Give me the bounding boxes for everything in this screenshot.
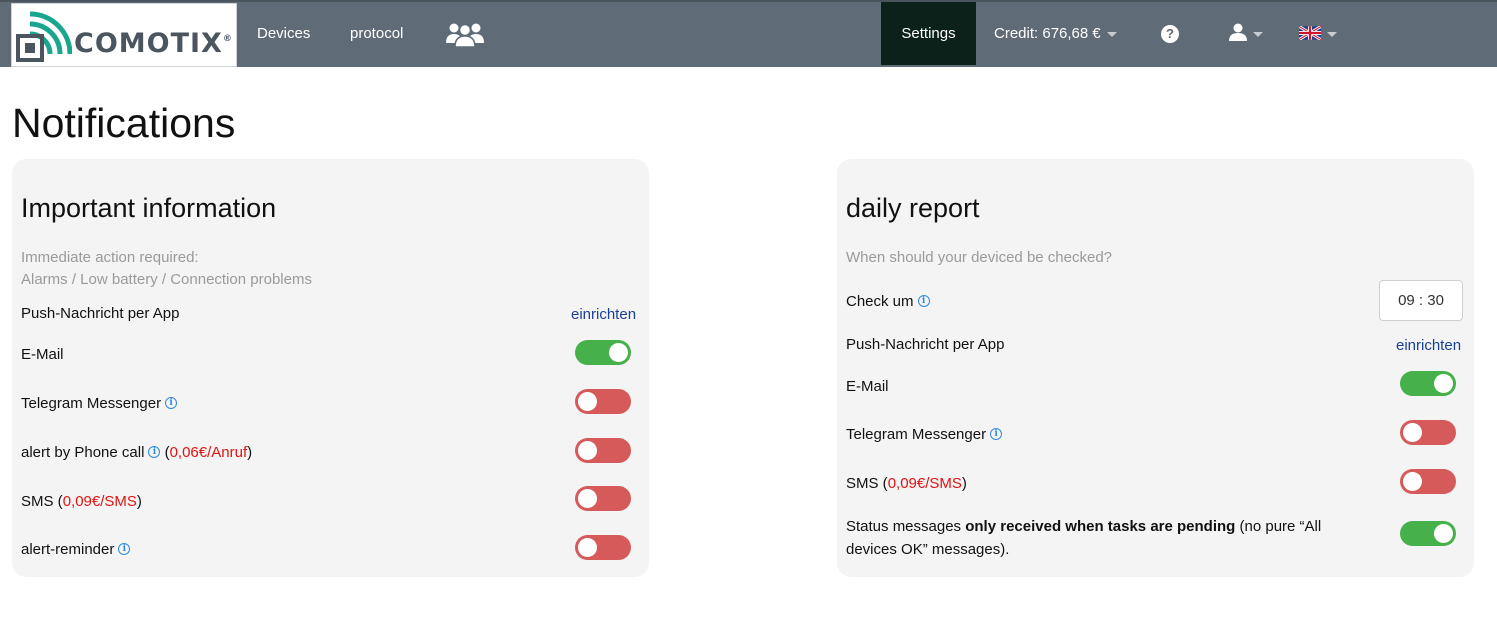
nav-credit-dropdown[interactable]: Credit: 676,68 €	[994, 2, 1117, 65]
important-information-panel: Important information Immediate action r…	[12, 159, 649, 577]
status-messages-label: Status messages only received when tasks…	[846, 515, 1366, 561]
important-desc-line-2: Alarms / Low battery / Connection proble…	[21, 271, 312, 288]
telegram-label: Telegram Messenger	[21, 395, 162, 412]
telegram-toggle[interactable]	[575, 389, 631, 414]
daily-sms-price: 0,09€/SMS	[887, 475, 962, 492]
chevron-down-icon	[1106, 31, 1117, 37]
check-time-label: Check um	[846, 293, 914, 310]
uk-flag-icon	[1298, 25, 1322, 41]
phone-call-toggle[interactable]	[575, 438, 631, 463]
phone-call-label: alert by Phone call	[21, 444, 145, 461]
toggle-knob	[1434, 524, 1453, 543]
daily-description: When should your deviced be checked?	[846, 249, 1113, 266]
toggle-knob	[578, 489, 597, 508]
help-icon[interactable]: ?	[1161, 25, 1179, 43]
alert-reminder-label: alert-reminder	[21, 541, 115, 558]
sms-price: 0,09€/SMS	[62, 493, 137, 510]
credit-label: Credit: 676,68 €	[994, 25, 1101, 42]
alert-reminder-toggle[interactable]	[575, 535, 631, 560]
nav-devices[interactable]: Devices	[257, 2, 310, 65]
chevron-down-icon	[1253, 31, 1263, 37]
important-description: Immediate action required: Alarms / Low …	[21, 247, 312, 291]
toggle-knob	[578, 392, 597, 411]
daily-telegram-label: Telegram Messenger	[846, 426, 987, 443]
daily-email-toggle[interactable]	[1400, 371, 1456, 396]
nav-user-dropdown[interactable]	[1229, 2, 1263, 65]
push-label: Push-Nachricht per App	[21, 305, 180, 322]
daily-telegram-toggle[interactable]	[1400, 420, 1456, 445]
toggle-knob	[609, 343, 628, 362]
email-toggle[interactable]	[575, 340, 631, 365]
daily-email-label: E-Mail	[846, 378, 889, 395]
daily-push-setup-link[interactable]: einrichten	[1396, 337, 1461, 354]
alert-reminder-row: alert-reminder i	[21, 540, 131, 560]
daily-sms-row: SMS (0,09€/SMS)	[846, 475, 967, 492]
users-icon	[446, 23, 484, 47]
phone-call-row: alert by Phone call i (0,06€/Anruf)	[21, 444, 253, 461]
info-icon[interactable]: i	[118, 543, 131, 556]
important-desc-line-1: Immediate action required:	[21, 249, 199, 266]
daily-sms-toggle[interactable]	[1400, 469, 1456, 494]
daily-report-panel: daily report When should your deviced be…	[837, 159, 1474, 577]
page-title: Notifications	[12, 100, 236, 146]
check-time-input[interactable]: 09 : 30	[1379, 280, 1463, 321]
daily-sms-label: SMS	[846, 475, 879, 492]
telegram-row: Telegram Messenger i	[21, 394, 178, 414]
nav-protocol[interactable]: protocol	[350, 2, 403, 65]
daily-telegram-row: Telegram Messenger i	[846, 425, 1003, 445]
nav-users[interactable]	[445, 2, 485, 65]
important-panel-title: Important information	[21, 193, 277, 223]
nav-language-dropdown[interactable]	[1298, 2, 1337, 65]
comotix-logo[interactable]: COMOTIX®	[11, 3, 237, 67]
status-messages-toggle[interactable]	[1400, 521, 1456, 546]
phone-call-price: 0,06€/Anruf	[169, 444, 248, 461]
logo-text: COMOTIX®	[74, 28, 232, 59]
info-icon[interactable]: i	[148, 446, 161, 459]
status-bold: only received when tasks are pending	[965, 518, 1236, 535]
logo-signal-icon	[16, 11, 72, 62]
info-icon[interactable]: i	[917, 295, 930, 308]
check-time-row: Check um i	[846, 292, 930, 312]
info-icon[interactable]: i	[990, 428, 1003, 441]
toggle-knob	[578, 538, 597, 557]
toggle-knob	[578, 441, 597, 460]
toggle-knob	[1403, 472, 1422, 491]
user-icon	[1229, 23, 1247, 42]
email-label: E-Mail	[21, 346, 64, 363]
daily-panel-title: daily report	[846, 193, 980, 223]
sms-toggle[interactable]	[575, 486, 631, 511]
sms-label: SMS	[21, 493, 54, 510]
status-prefix: Status messages	[846, 518, 966, 535]
top-navbar: COMOTIX® Devices protocol Settings Credi…	[0, 0, 1497, 67]
info-icon[interactable]: i	[165, 397, 178, 410]
toggle-knob	[1403, 423, 1422, 442]
nav-settings[interactable]: Settings	[881, 2, 976, 65]
daily-push-label: Push-Nachricht per App	[846, 336, 1005, 353]
sms-row: SMS (0,09€/SMS)	[21, 493, 142, 510]
toggle-knob	[1434, 374, 1453, 393]
push-setup-link[interactable]: einrichten	[571, 306, 636, 323]
chevron-down-icon	[1327, 31, 1337, 37]
